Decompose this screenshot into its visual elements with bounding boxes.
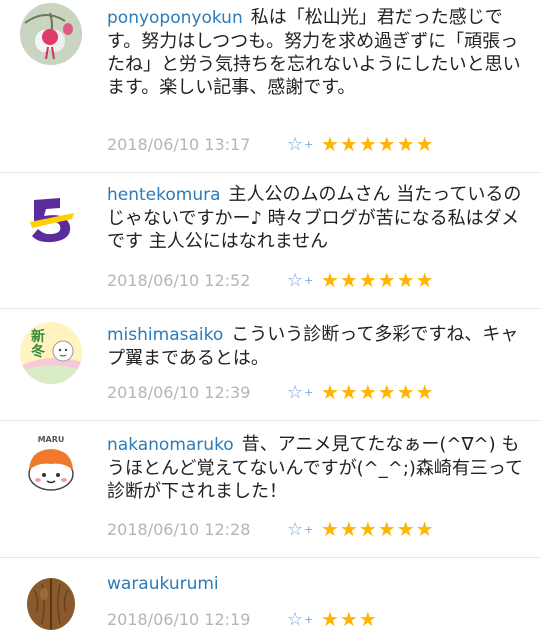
comment-list: ponyoponyokun 私は「松山光」君だった感じです。努力はしつつも。努力を… [0, 0, 541, 640]
comment-meta: 2018/06/10 12:28 ☆ + ★★★★★★ [107, 516, 435, 542]
star-rating: ★★★★★★ [321, 517, 435, 541]
comment-date: 2018/06/10 12:52 [107, 270, 251, 290]
comment-text: ponyoponyokun 私は「松山光」君だった感じです。努力はしつつも。努力を… [107, 6, 531, 99]
star-rating: ★★★ [321, 607, 378, 631]
username-link[interactable]: waraukurumi [107, 574, 219, 594]
username-link[interactable]: nakanomaruko [107, 435, 234, 455]
walnut-avatar-icon[interactable] [20, 572, 82, 634]
comment-meta: 2018/06/10 12:52 ☆ + ★★★★★★ [107, 267, 435, 293]
comment-text: hentekomura 主人公のムのムさん 当たっているのじゃないですかー♪ 時々… [107, 183, 531, 253]
comment-date: 2018/06/10 12:28 [107, 519, 251, 539]
shinto-character-avatar-icon[interactable]: 新冬 [20, 322, 82, 384]
star-add-icon: ☆ [287, 133, 304, 155]
comment-item: waraukurumi 2018/06/10 12:19 ☆ + ★★★ [0, 558, 541, 640]
comment-date: 2018/06/10 13:17 [107, 134, 251, 154]
maru-character-avatar-icon[interactable]: MARU [20, 434, 82, 496]
comment-text: waraukurumi [107, 572, 531, 596]
comment-item: 新冬 mishimasaiko こういう診断って多彩ですね、キャプ翼まであるとは。… [0, 309, 541, 419]
add-star-button[interactable]: ☆ + [287, 609, 321, 630]
avatar-label: MARU [37, 435, 65, 444]
star-add-icon: ☆ [287, 381, 304, 403]
username-link[interactable]: ponyoponyokun [107, 8, 243, 28]
add-star-button[interactable]: ☆ + [287, 519, 321, 540]
star-add-icon: ☆ [287, 518, 304, 540]
comment-item: MARU nakanomaruko 昔、アニメ見てたなぁー(^∇^) もうほとんど… [0, 421, 541, 557]
add-star-button[interactable]: ☆ + [287, 382, 321, 403]
star-rating: ★★★★★★ [321, 132, 435, 156]
star-add-icon: ☆ [287, 269, 304, 291]
username-link[interactable]: hentekomura [107, 185, 221, 205]
star-rating: ★★★★★★ [321, 380, 435, 404]
comment-item: hentekomura 主人公のムのムさん 当たっているのじゃないですかー♪ 時々… [0, 173, 541, 308]
star-rating: ★★★★★★ [321, 268, 435, 292]
comment-text: nakanomaruko 昔、アニメ見てたなぁー(^∇^) もうほとんど覚えてない… [107, 433, 531, 503]
username-link[interactable]: mishimasaiko [107, 325, 223, 345]
add-star-button[interactable]: ☆ + [287, 270, 321, 291]
add-star-button[interactable]: ☆ + [287, 134, 321, 155]
comment-date: 2018/06/10 12:19 [107, 609, 251, 629]
comment-meta: 2018/06/10 12:19 ☆ + ★★★ [107, 606, 378, 632]
purple-logo-avatar-icon[interactable] [20, 188, 82, 250]
comment-meta: 2018/06/10 12:39 ☆ + ★★★★★★ [107, 379, 435, 405]
comment-date: 2018/06/10 12:39 [107, 382, 251, 402]
flower-avatar-icon[interactable] [20, 3, 82, 65]
comment-meta: 2018/06/10 13:17 ☆ + ★★★★★★ [107, 131, 435, 157]
comment-text: mishimasaiko こういう診断って多彩ですね、キャプ翼まであるとは。 [107, 323, 531, 370]
avatar-label: 新冬 [31, 329, 45, 360]
star-add-icon: ☆ [287, 608, 304, 630]
comment-item: ponyoponyokun 私は「松山光」君だった感じです。努力はしつつも。努力を… [0, 0, 541, 170]
